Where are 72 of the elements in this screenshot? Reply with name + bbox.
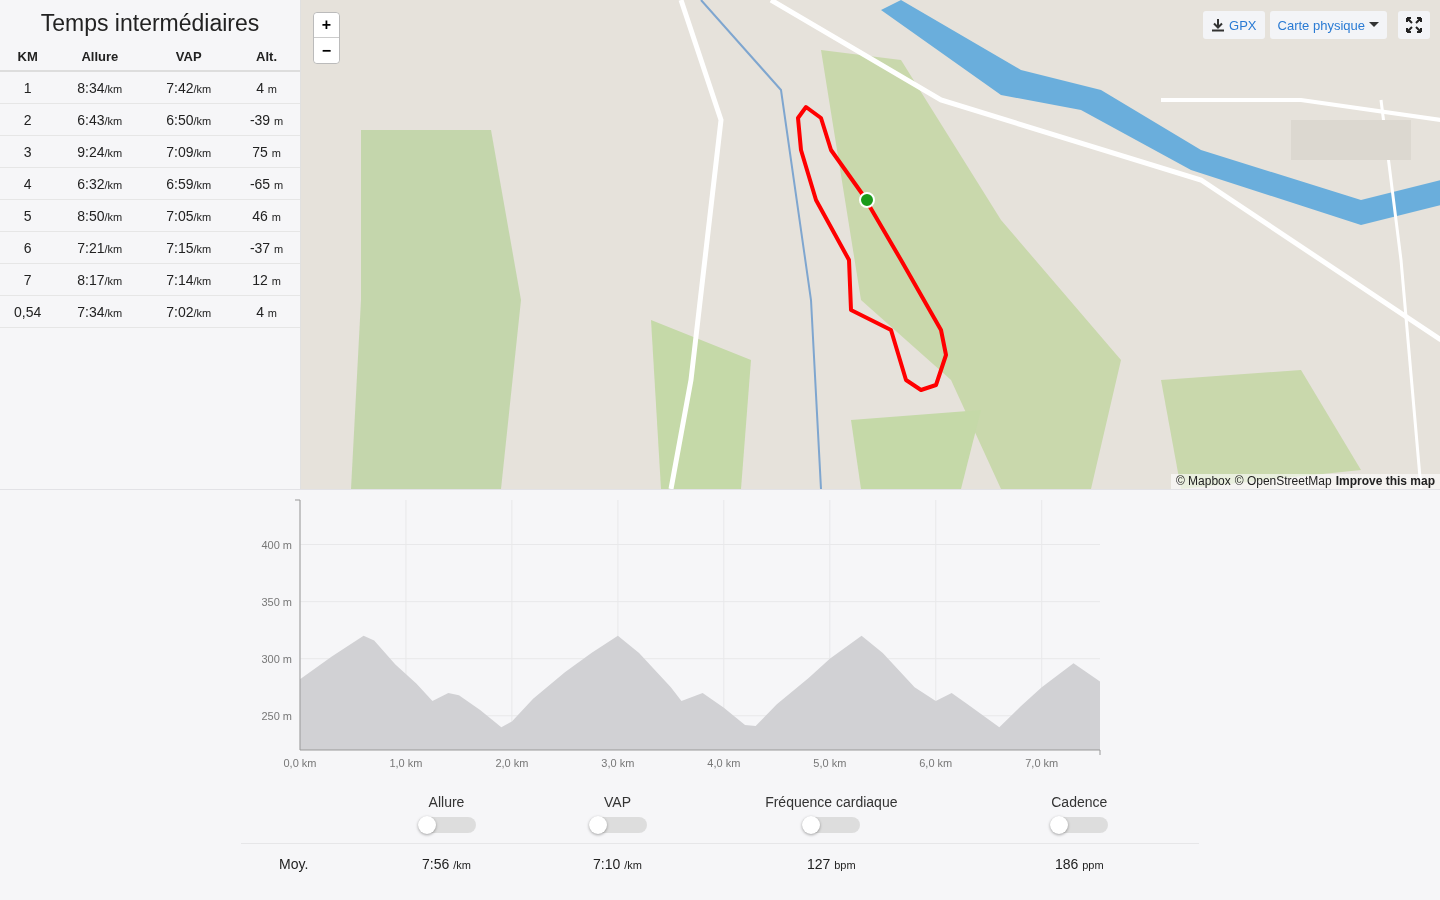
table-cell: 8:34/km (55, 71, 145, 104)
position-marker (859, 192, 875, 208)
toggle-switch[interactable] (417, 817, 476, 833)
table-cell: 4 (0, 167, 56, 200)
table-cell: 9:24/km (55, 135, 145, 168)
table-cell: 5 (0, 199, 56, 232)
splits-title: Temps intermédiaires (39, 9, 261, 38)
toggle-label: Fréquence cardiaque (765, 794, 898, 810)
x-tick-label: 4,0 km (707, 757, 741, 769)
table-cell: 12 m (233, 263, 300, 296)
y-tick-label: 250 m (261, 709, 292, 722)
toggle-label: Allure (428, 794, 465, 810)
table-cell: 4 m (233, 295, 300, 328)
toggle-switch[interactable] (1050, 817, 1109, 833)
table-cell: 7 (0, 263, 56, 296)
zoom-in-button[interactable]: + (314, 13, 339, 38)
average-value: 186 ppm (1053, 856, 1105, 872)
toggle-switch[interactable] (588, 817, 647, 833)
table-cell: -65 m (233, 167, 300, 200)
x-tick-label: 2,0 km (495, 757, 529, 769)
table-cell: 0,54 (0, 295, 56, 328)
table-cell: 1 (0, 71, 56, 104)
toggle-switch[interactable] (802, 817, 861, 833)
y-tick-label: 300 m (261, 652, 292, 665)
toggle-label: Cadence (1051, 794, 1108, 810)
table-cell: 2 (0, 103, 56, 136)
attribution-text: © Mapbox (1175, 474, 1231, 488)
x-tick-label: 0,0 km (283, 757, 317, 769)
x-tick-label: 7,0 km (1025, 757, 1059, 769)
table-cell: 7:34/km (55, 295, 145, 328)
x-tick-label: 6,0 km (919, 757, 953, 769)
table-cell: 7:21/km (55, 231, 145, 264)
toggle-label: VAP (604, 794, 631, 810)
table-cell: 75 m (233, 135, 300, 168)
table-cell: -37 m (233, 231, 300, 264)
table-cell: 7:42/km (144, 71, 234, 104)
table-cell: 8:17/km (55, 263, 145, 296)
fullscreen-icon (1406, 17, 1422, 33)
table-cell: 7:02/km (144, 295, 234, 328)
x-tick-label: 3,0 km (601, 757, 635, 769)
y-tick-label: 350 m (261, 595, 292, 608)
table-cell: 4 m (233, 71, 300, 104)
column-header: Allure (55, 43, 145, 71)
table-cell: 7:05/km (144, 199, 234, 232)
download-icon (1211, 18, 1226, 32)
y-tick-label: 400 m (261, 538, 292, 551)
average-value: 7:56 /km (421, 856, 472, 872)
map-style-dropdown[interactable]: Carte physique (1269, 11, 1387, 39)
table-cell: 7:15/km (144, 231, 234, 264)
table-cell: -39 m (233, 103, 300, 136)
caret-icon (1369, 22, 1379, 28)
table-cell: 6:43/km (55, 103, 145, 136)
attribution-text: © OpenStreetMap (1234, 474, 1332, 488)
table-cell: 6:50/km (144, 103, 234, 136)
table-cell: 6:32/km (55, 167, 145, 200)
table-cell: 7:14/km (144, 263, 234, 296)
x-tick-label: 5,0 km (813, 757, 847, 769)
table-cell: 7:09/km (144, 135, 234, 168)
fullscreen-button[interactable] (1398, 11, 1430, 39)
average-value: 7:10 /km (592, 856, 643, 872)
average-value: 127 bpm (805, 856, 857, 872)
gpx-button[interactable]: GPX (1203, 11, 1265, 39)
column-header: KM (0, 43, 56, 71)
table-cell: 46 m (233, 199, 300, 232)
table-cell: 6:59/km (144, 167, 234, 200)
table-cell: 8:50/km (55, 199, 145, 232)
improve-map-link[interactable]: Improve this map (1335, 474, 1435, 488)
x-tick-label: 1,0 km (389, 757, 423, 769)
column-header: VAP (144, 43, 234, 71)
average-label: Moy. (278, 856, 310, 872)
table-cell: 6 (0, 231, 56, 264)
table-cell: 3 (0, 135, 56, 168)
